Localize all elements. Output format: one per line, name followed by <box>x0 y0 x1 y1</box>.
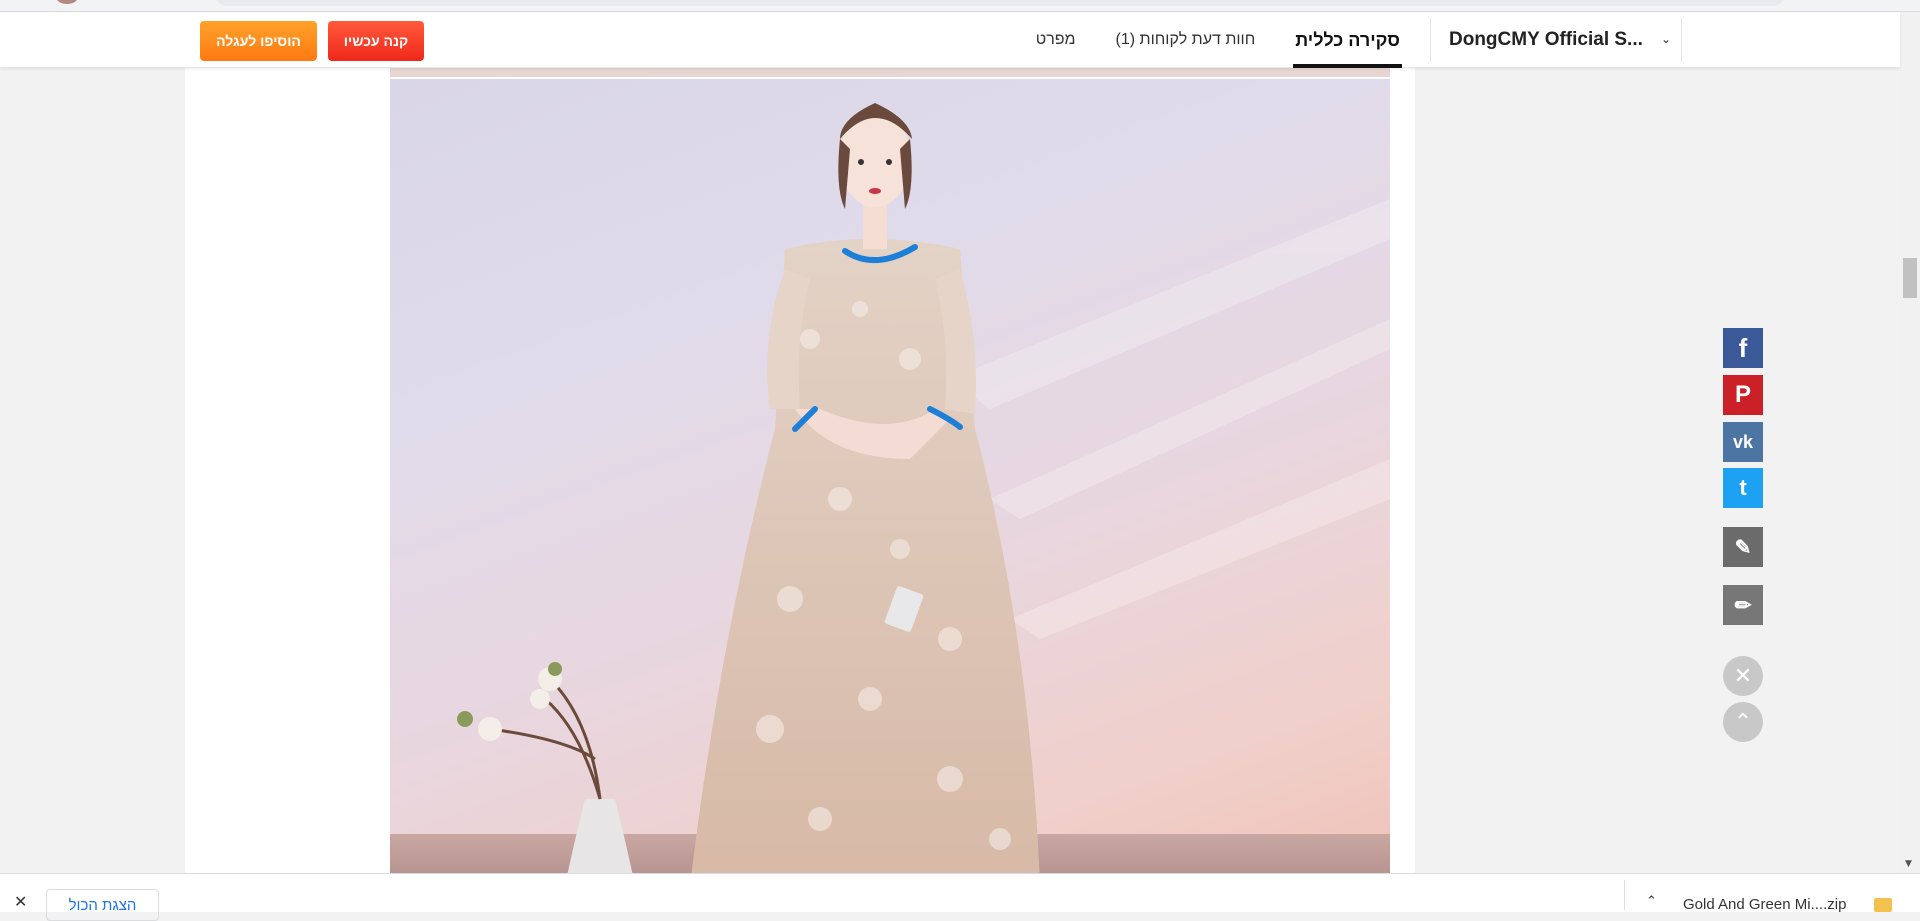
arrow-up-icon[interactable]: ⌃ <box>1723 702 1763 742</box>
product-image <box>390 79 1390 873</box>
address-bar[interactable] <box>215 0 1785 6</box>
tab-reviews[interactable]: חוות דעת לקוחות (1) <box>1096 12 1276 68</box>
tab-specifications[interactable]: מפרט <box>1016 12 1096 68</box>
download-item-name[interactable]: Gold And Green Mi....zip <box>1683 896 1846 913</box>
facebook-icon[interactable]: f <box>1723 328 1763 368</box>
product-photo <box>390 103 1390 873</box>
store-selector[interactable]: DongCMY Official S... ⌄ <box>1430 18 1682 62</box>
chevron-down-icon[interactable]: ⌄ <box>1661 32 1671 46</box>
show-all-button[interactable]: הצגת הכול <box>46 889 159 921</box>
tab-overview[interactable]: סקירה כללית <box>1275 12 1420 68</box>
pinterest-icon[interactable]: P <box>1723 375 1763 415</box>
close-icon[interactable]: ✕ <box>1723 656 1763 696</box>
page-scrollbar[interactable]: ▼ <box>1900 12 1920 873</box>
product-tabs: סקירה כללית חוות דעת לקוחות (1) מפרט <box>1016 12 1420 68</box>
pen-icon[interactable]: ✏ <box>1723 585 1763 625</box>
edit-icon[interactable]: ✎ <box>1723 527 1763 567</box>
scrollbar-thumb[interactable] <box>1903 258 1917 298</box>
profile-avatar[interactable] <box>56 0 78 4</box>
download-bar: ✕ הצגת הכול ⌃ Gold And Green Mi....zip <box>0 873 1920 921</box>
product-sticky-nav: DongCMY Official S... ⌄ סקירה כללית חוות… <box>0 12 1900 68</box>
product-page <box>0 12 1920 873</box>
buy-now-button[interactable]: קנה עכשיו <box>328 21 424 61</box>
twitter-icon[interactable]: t <box>1723 468 1763 508</box>
browser-toolbar <box>0 0 1920 12</box>
scroll-down-icon[interactable]: ▼ <box>1905 859 1912 869</box>
add-to-cart-button[interactable]: הוסיפו לעגלה <box>200 21 317 61</box>
store-name[interactable]: DongCMY Official S... <box>1449 29 1659 51</box>
vk-icon[interactable]: vk <box>1723 422 1763 462</box>
chevron-up-icon[interactable]: ⌃ <box>1646 894 1657 909</box>
divider <box>1624 880 1625 910</box>
close-icon[interactable]: ✕ <box>14 892 27 911</box>
zip-file-icon[interactable] <box>1874 898 1892 912</box>
